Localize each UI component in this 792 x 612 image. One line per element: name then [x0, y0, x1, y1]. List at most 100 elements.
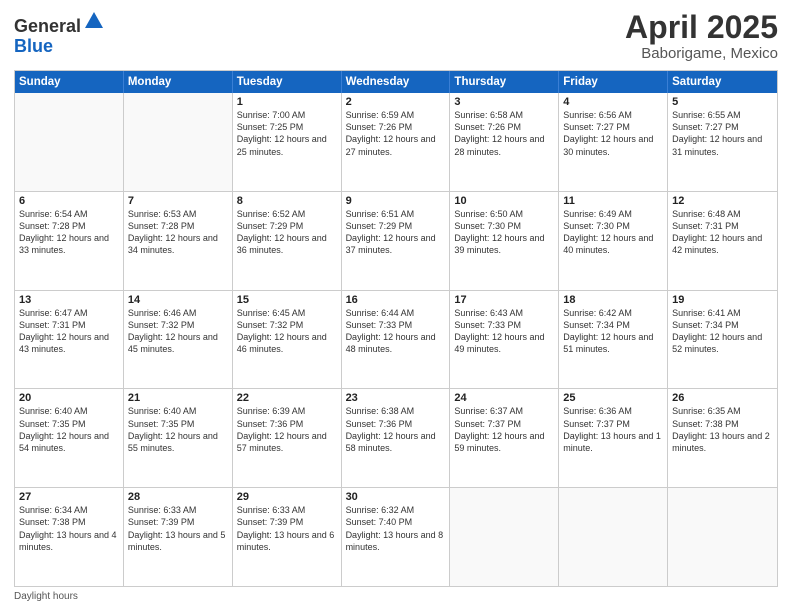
cell-info: Sunrise: 6:55 AM Sunset: 7:27 PM Dayligh…	[672, 109, 773, 158]
calendar-cell: 28Sunrise: 6:33 AM Sunset: 7:39 PM Dayli…	[124, 488, 233, 586]
calendar-cell: 6Sunrise: 6:54 AM Sunset: 7:28 PM Daylig…	[15, 192, 124, 290]
day-number: 20	[19, 392, 119, 404]
logo-blue: Blue	[14, 36, 53, 56]
day-number: 18	[563, 294, 663, 306]
day-number: 11	[563, 195, 663, 207]
calendar-row: 20Sunrise: 6:40 AM Sunset: 7:35 PM Dayli…	[15, 389, 777, 488]
cell-info: Sunrise: 6:51 AM Sunset: 7:29 PM Dayligh…	[346, 208, 446, 257]
day-number: 6	[19, 195, 119, 207]
calendar-header-cell: Thursday	[450, 71, 559, 93]
calendar-header-cell: Sunday	[15, 71, 124, 93]
calendar-row: 13Sunrise: 6:47 AM Sunset: 7:31 PM Dayli…	[15, 291, 777, 390]
calendar-cell: 30Sunrise: 6:32 AM Sunset: 7:40 PM Dayli…	[342, 488, 451, 586]
day-number: 5	[672, 96, 773, 108]
calendar-cell: 4Sunrise: 6:56 AM Sunset: 7:27 PM Daylig…	[559, 93, 668, 191]
day-number: 8	[237, 195, 337, 207]
calendar-cell: 10Sunrise: 6:50 AM Sunset: 7:30 PM Dayli…	[450, 192, 559, 290]
day-number: 13	[19, 294, 119, 306]
calendar-cell: 14Sunrise: 6:46 AM Sunset: 7:32 PM Dayli…	[124, 291, 233, 389]
cell-info: Sunrise: 6:32 AM Sunset: 7:40 PM Dayligh…	[346, 504, 446, 553]
cell-info: Sunrise: 6:38 AM Sunset: 7:36 PM Dayligh…	[346, 405, 446, 454]
footer-note: Daylight hours	[14, 591, 778, 602]
day-number: 17	[454, 294, 554, 306]
cell-info: Sunrise: 6:56 AM Sunset: 7:27 PM Dayligh…	[563, 109, 663, 158]
cell-info: Sunrise: 6:58 AM Sunset: 7:26 PM Dayligh…	[454, 109, 554, 158]
logo-text: General	[14, 10, 105, 37]
cell-info: Sunrise: 6:40 AM Sunset: 7:35 PM Dayligh…	[19, 405, 119, 454]
calendar-cell: 16Sunrise: 6:44 AM Sunset: 7:33 PM Dayli…	[342, 291, 451, 389]
calendar-row: 27Sunrise: 6:34 AM Sunset: 7:38 PM Dayli…	[15, 488, 777, 586]
day-number: 25	[563, 392, 663, 404]
day-number: 2	[346, 96, 446, 108]
day-number: 24	[454, 392, 554, 404]
calendar-cell	[124, 93, 233, 191]
day-number: 10	[454, 195, 554, 207]
day-number: 14	[128, 294, 228, 306]
title-location: Baborigame, Mexico	[625, 45, 778, 62]
calendar-row: 6Sunrise: 6:54 AM Sunset: 7:28 PM Daylig…	[15, 192, 777, 291]
cell-info: Sunrise: 6:50 AM Sunset: 7:30 PM Dayligh…	[454, 208, 554, 257]
cell-info: Sunrise: 6:39 AM Sunset: 7:36 PM Dayligh…	[237, 405, 337, 454]
day-number: 3	[454, 96, 554, 108]
day-number: 27	[19, 491, 119, 503]
calendar: SundayMondayTuesdayWednesdayThursdayFrid…	[14, 70, 778, 587]
cell-info: Sunrise: 6:49 AM Sunset: 7:30 PM Dayligh…	[563, 208, 663, 257]
calendar-cell: 1Sunrise: 7:00 AM Sunset: 7:25 PM Daylig…	[233, 93, 342, 191]
cell-info: Sunrise: 6:36 AM Sunset: 7:37 PM Dayligh…	[563, 405, 663, 454]
calendar-header-cell: Tuesday	[233, 71, 342, 93]
logo-blue-text: Blue	[14, 37, 105, 57]
calendar-cell: 8Sunrise: 6:52 AM Sunset: 7:29 PM Daylig…	[233, 192, 342, 290]
cell-info: Sunrise: 6:52 AM Sunset: 7:29 PM Dayligh…	[237, 208, 337, 257]
calendar-cell: 5Sunrise: 6:55 AM Sunset: 7:27 PM Daylig…	[668, 93, 777, 191]
day-number: 16	[346, 294, 446, 306]
calendar-cell: 9Sunrise: 6:51 AM Sunset: 7:29 PM Daylig…	[342, 192, 451, 290]
calendar-cell: 27Sunrise: 6:34 AM Sunset: 7:38 PM Dayli…	[15, 488, 124, 586]
day-number: 22	[237, 392, 337, 404]
cell-info: Sunrise: 7:00 AM Sunset: 7:25 PM Dayligh…	[237, 109, 337, 158]
calendar-cell: 2Sunrise: 6:59 AM Sunset: 7:26 PM Daylig…	[342, 93, 451, 191]
calendar-header-cell: Friday	[559, 71, 668, 93]
cell-info: Sunrise: 6:37 AM Sunset: 7:37 PM Dayligh…	[454, 405, 554, 454]
calendar-cell: 29Sunrise: 6:33 AM Sunset: 7:39 PM Dayli…	[233, 488, 342, 586]
day-number: 29	[237, 491, 337, 503]
day-number: 19	[672, 294, 773, 306]
cell-info: Sunrise: 6:48 AM Sunset: 7:31 PM Dayligh…	[672, 208, 773, 257]
calendar-cell: 12Sunrise: 6:48 AM Sunset: 7:31 PM Dayli…	[668, 192, 777, 290]
cell-info: Sunrise: 6:54 AM Sunset: 7:28 PM Dayligh…	[19, 208, 119, 257]
calendar-cell: 18Sunrise: 6:42 AM Sunset: 7:34 PM Dayli…	[559, 291, 668, 389]
cell-info: Sunrise: 6:46 AM Sunset: 7:32 PM Dayligh…	[128, 307, 228, 356]
logo: General Blue	[14, 10, 105, 57]
page: General Blue April 2025 Baborigame, Mexi…	[0, 0, 792, 612]
title-block: April 2025 Baborigame, Mexico	[625, 10, 778, 62]
header: General Blue April 2025 Baborigame, Mexi…	[14, 10, 778, 62]
day-number: 9	[346, 195, 446, 207]
day-number: 23	[346, 392, 446, 404]
calendar-cell: 17Sunrise: 6:43 AM Sunset: 7:33 PM Dayli…	[450, 291, 559, 389]
calendar-cell: 23Sunrise: 6:38 AM Sunset: 7:36 PM Dayli…	[342, 389, 451, 487]
calendar-cell: 24Sunrise: 6:37 AM Sunset: 7:37 PM Dayli…	[450, 389, 559, 487]
cell-info: Sunrise: 6:47 AM Sunset: 7:31 PM Dayligh…	[19, 307, 119, 356]
calendar-cell: 20Sunrise: 6:40 AM Sunset: 7:35 PM Dayli…	[15, 389, 124, 487]
cell-info: Sunrise: 6:44 AM Sunset: 7:33 PM Dayligh…	[346, 307, 446, 356]
calendar-cell	[668, 488, 777, 586]
calendar-cell: 22Sunrise: 6:39 AM Sunset: 7:36 PM Dayli…	[233, 389, 342, 487]
day-number: 26	[672, 392, 773, 404]
calendar-header-cell: Monday	[124, 71, 233, 93]
day-number: 15	[237, 294, 337, 306]
cell-info: Sunrise: 6:43 AM Sunset: 7:33 PM Dayligh…	[454, 307, 554, 356]
calendar-cell: 26Sunrise: 6:35 AM Sunset: 7:38 PM Dayli…	[668, 389, 777, 487]
calendar-body: 1Sunrise: 7:00 AM Sunset: 7:25 PM Daylig…	[15, 93, 777, 586]
day-number: 21	[128, 392, 228, 404]
cell-info: Sunrise: 6:33 AM Sunset: 7:39 PM Dayligh…	[237, 504, 337, 553]
cell-info: Sunrise: 6:45 AM Sunset: 7:32 PM Dayligh…	[237, 307, 337, 356]
cell-info: Sunrise: 6:34 AM Sunset: 7:38 PM Dayligh…	[19, 504, 119, 553]
cell-info: Sunrise: 6:53 AM Sunset: 7:28 PM Dayligh…	[128, 208, 228, 257]
calendar-cell: 25Sunrise: 6:36 AM Sunset: 7:37 PM Dayli…	[559, 389, 668, 487]
calendar-cell: 21Sunrise: 6:40 AM Sunset: 7:35 PM Dayli…	[124, 389, 233, 487]
calendar-cell: 13Sunrise: 6:47 AM Sunset: 7:31 PM Dayli…	[15, 291, 124, 389]
cell-info: Sunrise: 6:40 AM Sunset: 7:35 PM Dayligh…	[128, 405, 228, 454]
calendar-header-cell: Saturday	[668, 71, 777, 93]
calendar-cell: 7Sunrise: 6:53 AM Sunset: 7:28 PM Daylig…	[124, 192, 233, 290]
cell-info: Sunrise: 6:41 AM Sunset: 7:34 PM Dayligh…	[672, 307, 773, 356]
logo-icon	[83, 10, 105, 32]
